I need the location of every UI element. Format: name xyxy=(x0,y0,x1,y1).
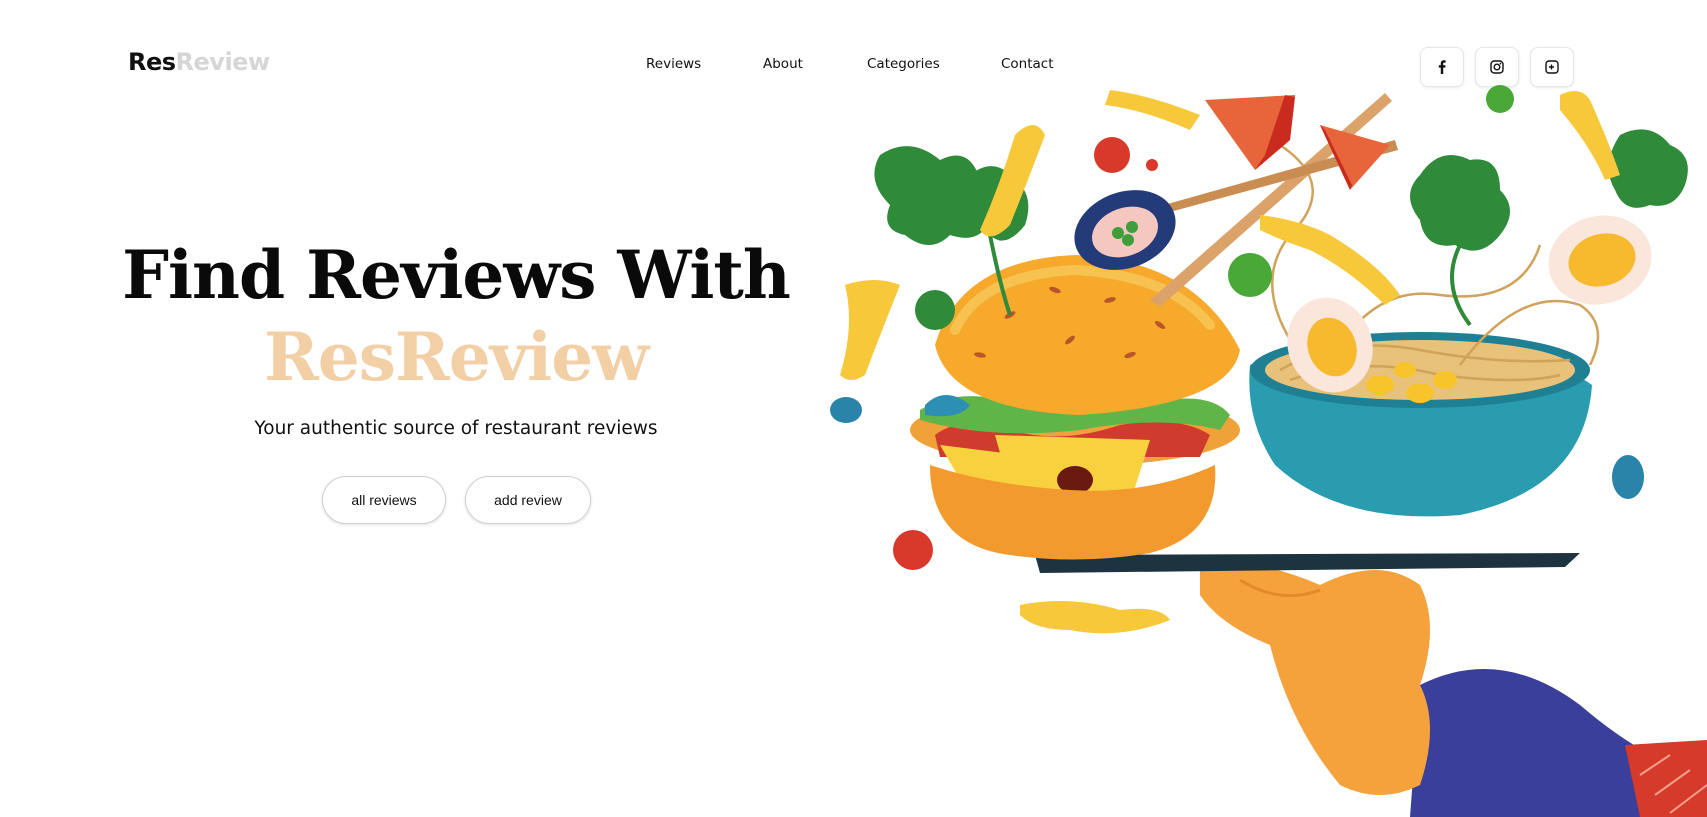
food-illustration xyxy=(830,85,1707,817)
nav-link-categories[interactable]: Categories xyxy=(867,56,940,72)
hero-subtitle: Your authentic source of restaurant revi… xyxy=(254,418,658,439)
facebook-button[interactable] xyxy=(1420,47,1464,87)
nav-link-about[interactable]: About xyxy=(763,56,803,72)
add-review-button[interactable]: add review xyxy=(465,476,591,524)
nav-link-reviews[interactable]: Reviews xyxy=(646,56,701,72)
facebook-icon xyxy=(1438,60,1446,74)
google-plus-icon xyxy=(1545,60,1559,74)
hero-title: Find Reviews With xyxy=(122,236,791,314)
instagram-button[interactable] xyxy=(1475,47,1519,87)
hero-title-accent: ResReview xyxy=(263,318,649,396)
google-plus-button[interactable] xyxy=(1530,47,1574,87)
all-reviews-button[interactable]: all reviews xyxy=(322,476,446,524)
nav-link-contact[interactable]: Contact xyxy=(1001,56,1054,72)
instagram-icon xyxy=(1490,60,1504,74)
